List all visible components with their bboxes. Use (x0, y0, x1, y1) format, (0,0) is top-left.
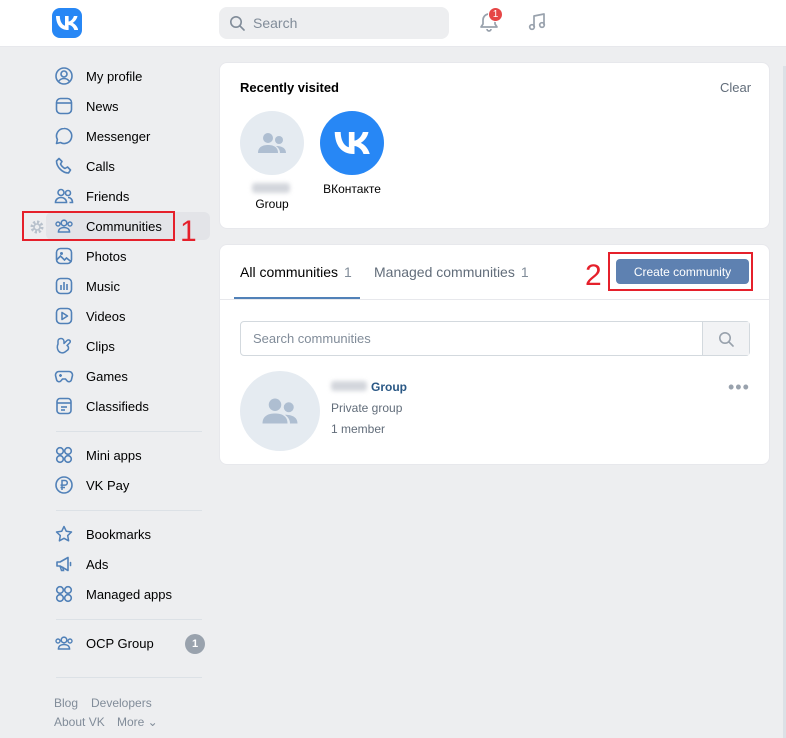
sidebar-item-my-profile[interactable]: My profile (46, 62, 210, 90)
sidebar-item-games[interactable]: Games (46, 362, 210, 390)
sidebar-item-label: News (86, 98, 119, 114)
sidebar-item-mini-apps[interactable]: Mini apps (46, 441, 210, 469)
user-circle-icon (54, 66, 74, 86)
group-icon (262, 398, 298, 424)
annotation-box-2 (608, 252, 753, 291)
tabs-divider (220, 299, 770, 300)
header-search-placeholder: Search (253, 15, 298, 31)
sidebar-item-label: My profile (86, 68, 143, 84)
communities-icon (54, 633, 74, 653)
sidebar-item-clips[interactable]: Clips (46, 332, 210, 360)
group-icon (258, 133, 286, 153)
footer-developers-link[interactable]: Developers (91, 696, 152, 710)
sidebar-item-label: VK Pay (86, 477, 130, 493)
tab-all-communities[interactable]: All communities 1 (240, 264, 352, 280)
gamepad-icon (54, 366, 74, 386)
footer-blog-link[interactable]: Blog (54, 696, 78, 710)
tab-managed-communities[interactable]: Managed communities 1 (374, 264, 529, 280)
sidebar-item-label: Bookmarks (86, 526, 152, 542)
photo-icon (54, 246, 74, 266)
vk-logo-icon (334, 132, 370, 154)
sidebar-divider (56, 510, 202, 511)
sidebar-item-label: Clips (86, 338, 115, 354)
communities-search-input[interactable] (241, 322, 702, 355)
clear-link[interactable]: Clear (720, 80, 751, 95)
sidebar-item-messenger[interactable]: Messenger (46, 122, 210, 150)
group-members: 1 member (331, 422, 386, 436)
sidebar-item-label: Friends (86, 188, 130, 204)
sidebar-item-label: Games (86, 368, 128, 384)
group-avatar[interactable] (240, 111, 304, 175)
sidebar-item-label: Photos (86, 248, 127, 264)
notification-badge: 1 (488, 7, 503, 22)
header-search[interactable]: Search (219, 7, 449, 39)
search-icon (719, 331, 734, 347)
music-player-icon[interactable] (524, 9, 550, 35)
group-type: Private group (331, 401, 403, 415)
top-header: Search 1 (0, 0, 786, 47)
annotation-number-2: 2 (585, 259, 602, 292)
search-icon (230, 16, 245, 31)
sidebar-item-bookmarks[interactable]: Bookmarks (46, 520, 210, 548)
annotation-number-1: 1 (180, 215, 197, 248)
sidebar-item-videos[interactable]: Videos (46, 302, 210, 330)
vk-logo-icon[interactable] (52, 8, 82, 38)
video-icon (54, 306, 74, 326)
sidebar-item-friends[interactable]: Friends (46, 182, 210, 210)
communities-search (240, 321, 750, 356)
friends-icon (54, 186, 74, 206)
sidebar-item-ads[interactable]: Ads (46, 550, 210, 578)
sidebar-divider (56, 677, 202, 678)
sidebar-item-label: Messenger (86, 128, 151, 144)
sidebar-item-label: Mini apps (86, 447, 142, 463)
blurred-name (252, 183, 290, 193)
sidebar-item-vk-pay[interactable]: VK Pay (46, 471, 210, 499)
sidebar-item-label: OCP Group (86, 635, 154, 651)
sidebar-item-managed-apps[interactable]: Managed apps (46, 580, 210, 608)
sidebar-item-music[interactable]: Music (46, 272, 210, 300)
group-name-link[interactable]: Group (371, 380, 407, 394)
sidebar-item-calls[interactable]: Calls (46, 152, 210, 180)
phone-icon (54, 156, 74, 176)
sidebar-item-label: Managed apps (86, 586, 173, 602)
sidebar-item-label: Videos (86, 308, 126, 324)
sidebar-item-label: Classifieds (86, 398, 149, 414)
group-counter-badge: 1 (185, 634, 205, 654)
recently-visited-card: Recently visited Clear Group ВКонтакте (219, 62, 770, 229)
vk-community-avatar[interactable] (320, 111, 384, 175)
recent-group-label: Group (255, 197, 289, 211)
clips-icon (54, 336, 74, 356)
megaphone-icon (54, 554, 74, 574)
sidebar-item-label: Music (86, 278, 120, 294)
communities-search-button[interactable] (702, 322, 749, 355)
star-icon (54, 524, 74, 544)
music-icon (54, 276, 74, 296)
more-options-icon[interactable]: ••• (728, 377, 750, 398)
annotation-box-1 (22, 211, 175, 241)
news-icon (54, 96, 74, 116)
recently-visited-title: Recently visited (240, 80, 339, 95)
ruble-icon (54, 475, 74, 495)
message-icon (54, 126, 74, 146)
footer-more-link[interactable]: More ⌄ (117, 715, 158, 729)
blurred-name (331, 381, 367, 391)
classifieds-icon (54, 396, 74, 416)
group-avatar[interactable] (240, 371, 320, 451)
recent-vk-label: ВКонтакте (323, 182, 381, 196)
sidebar-item-label: Ads (86, 556, 109, 572)
sidebar-item-news[interactable]: News (46, 92, 210, 120)
footer-about-link[interactable]: About VK (54, 715, 105, 729)
sidebar-divider (56, 431, 202, 432)
sidebar-divider (56, 619, 202, 620)
apps-icon (54, 584, 74, 604)
sidebar-item-classifieds[interactable]: Classifieds (46, 392, 210, 420)
sidebar-item-label: Calls (86, 158, 115, 174)
apps-icon (54, 445, 74, 465)
